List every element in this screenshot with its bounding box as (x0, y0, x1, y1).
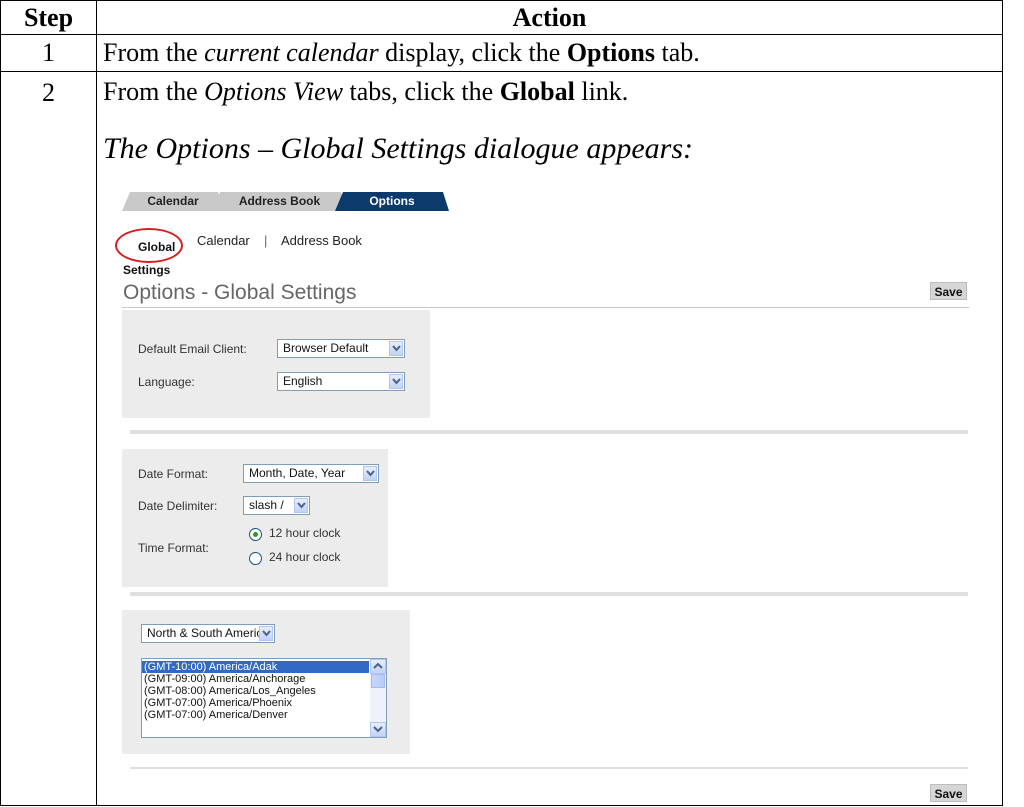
list-item[interactable]: (GMT-07:00) America/Phoenix (142, 697, 386, 709)
step-action-cell: From the Options View tabs, click the Gl… (96, 71, 1003, 806)
date-delimiter-label: Date Delimiter: (138, 499, 218, 513)
date-time-panel: Date Format: Month, Date, Year Date Deli… (122, 449, 388, 587)
tab-label: Address Book (238, 194, 321, 208)
email-language-panel: Default Email Client: Browser Default La… (122, 310, 430, 418)
list-item[interactable]: (GMT-09:00) America/Anchorage (142, 673, 386, 685)
step-row-2: 2 From the Options View tabs, click the … (0, 71, 1003, 806)
date-format-label: Date Format: (138, 467, 209, 481)
chevron-up-icon (373, 662, 383, 669)
listbox-scrollbar[interactable] (370, 659, 386, 737)
settings-label: Settings (123, 263, 171, 277)
default-email-client-select[interactable]: Browser Default (277, 339, 405, 358)
select-value: slash / (249, 498, 284, 512)
save-button[interactable]: Save (930, 282, 967, 300)
list-item[interactable]: (GMT-07:00) America/Denver (142, 709, 386, 721)
title-divider (122, 307, 969, 308)
tab-address-book[interactable]: Address Book (212, 192, 347, 211)
step-row-1: 1 From the current calendar display, cli… (0, 34, 1003, 72)
scroll-up-button[interactable] (370, 659, 386, 674)
tab-label: Options (369, 194, 415, 208)
embedded-screenshot: Calendar Address Book Options Global Cal… (97, 72, 1003, 806)
tab-calendar[interactable]: Calendar (122, 192, 224, 211)
radio-24-hour-label[interactable]: 24 hour clock (269, 550, 340, 564)
time-format-label: Time Format: (138, 541, 209, 555)
radio-24-hour[interactable] (249, 552, 262, 565)
chevron-down-icon (363, 466, 377, 481)
instruction-text: display, click the (378, 38, 567, 67)
timezone-listbox[interactable]: (GMT-10:00) America/Adak (GMT-09:00) Ame… (141, 658, 387, 738)
radio-12-hour[interactable] (249, 528, 262, 541)
link-calendar[interactable]: Calendar (197, 233, 250, 248)
select-value: English (283, 374, 323, 388)
date-format-select[interactable]: Month, Date, Year (243, 464, 379, 483)
radio-12-hour-label[interactable]: 12 hour clock (269, 526, 340, 540)
language-label: Language: (138, 375, 195, 389)
header-step: Step (0, 0, 97, 35)
chevron-down-icon (294, 498, 308, 513)
chevron-down-icon (389, 341, 403, 356)
step-instruction: From the current calendar display, click… (96, 34, 1003, 72)
chevron-down-icon (389, 374, 403, 389)
list-item[interactable]: (GMT-10:00) America/Adak (142, 661, 369, 673)
link-separator: | (264, 233, 268, 248)
tab-options[interactable]: Options (335, 192, 449, 211)
procedure-table: Step Action 1 From the current calendar … (0, 0, 1003, 806)
radio-selected-dot (253, 532, 258, 537)
chevron-down-icon (259, 626, 273, 641)
chevron-down-icon (373, 726, 383, 733)
scroll-down-button[interactable] (370, 722, 386, 737)
link-address-book[interactable]: Address Book (281, 233, 362, 248)
region-select[interactable]: North & South America (141, 624, 275, 643)
scroll-thumb[interactable] (371, 674, 385, 688)
tab-label: Calendar (147, 194, 199, 208)
instruction-bold: Options (566, 38, 655, 67)
save-button[interactable]: Save (930, 784, 967, 802)
select-value: Browser Default (283, 341, 369, 355)
date-delimiter-select[interactable]: slash / (243, 496, 310, 515)
page-title: Options - Global Settings (123, 281, 357, 304)
select-value: Month, Date, Year (249, 466, 346, 480)
instruction-italic: current calendar (204, 38, 379, 67)
table-header-row: Step Action (0, 0, 1003, 35)
select-value: North & South America (147, 626, 270, 640)
section-divider (130, 430, 968, 434)
link-global[interactable]: Global (138, 240, 175, 254)
step-number: 1 (0, 34, 97, 72)
language-select[interactable]: English (277, 372, 405, 391)
section-divider (130, 767, 968, 769)
list-item[interactable]: (GMT-08:00) America/Los_Angeles (142, 685, 386, 697)
instruction-text: tab. (654, 38, 700, 67)
instruction-text: From the (103, 38, 205, 67)
section-divider (130, 592, 968, 596)
header-action: Action (96, 0, 1003, 35)
default-email-client-label: Default Email Client: (138, 342, 247, 356)
step-number: 2 (0, 71, 97, 806)
